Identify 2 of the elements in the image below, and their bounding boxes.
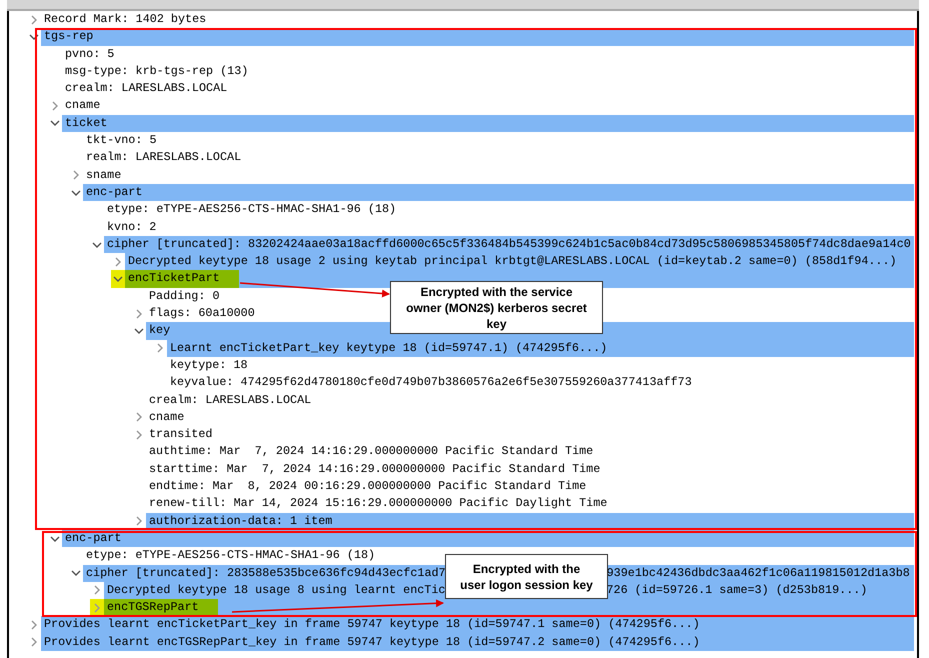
note-tooltip: Encrypted with the user logon session key: [445, 554, 608, 599]
note-tooltip: Encrypted with the service owner (MON2$) kerberos secret key: [390, 281, 603, 334]
